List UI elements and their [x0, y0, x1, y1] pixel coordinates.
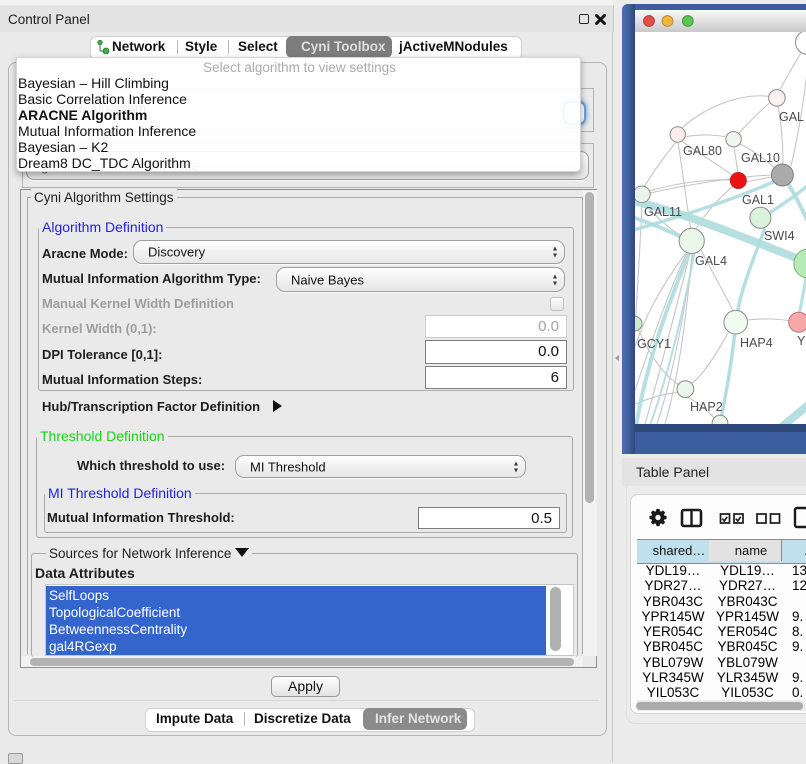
svg-text:GAL: GAL [779, 110, 804, 124]
svg-text:HAP4: HAP4 [740, 336, 773, 350]
svg-text:GAL4: GAL4 [695, 254, 727, 268]
svg-text:GAL10: GAL10 [741, 151, 780, 165]
svg-text:GAL80: GAL80 [683, 144, 722, 158]
svg-text:Y: Y [797, 334, 806, 348]
svg-text:HAP2: HAP2 [690, 400, 723, 414]
svg-text:GAL11: GAL11 [644, 205, 682, 219]
svg-text:SWI4: SWI4 [764, 229, 795, 243]
svg-text:GAL1: GAL1 [742, 193, 774, 207]
svg-text:GCY1: GCY1 [637, 337, 671, 351]
